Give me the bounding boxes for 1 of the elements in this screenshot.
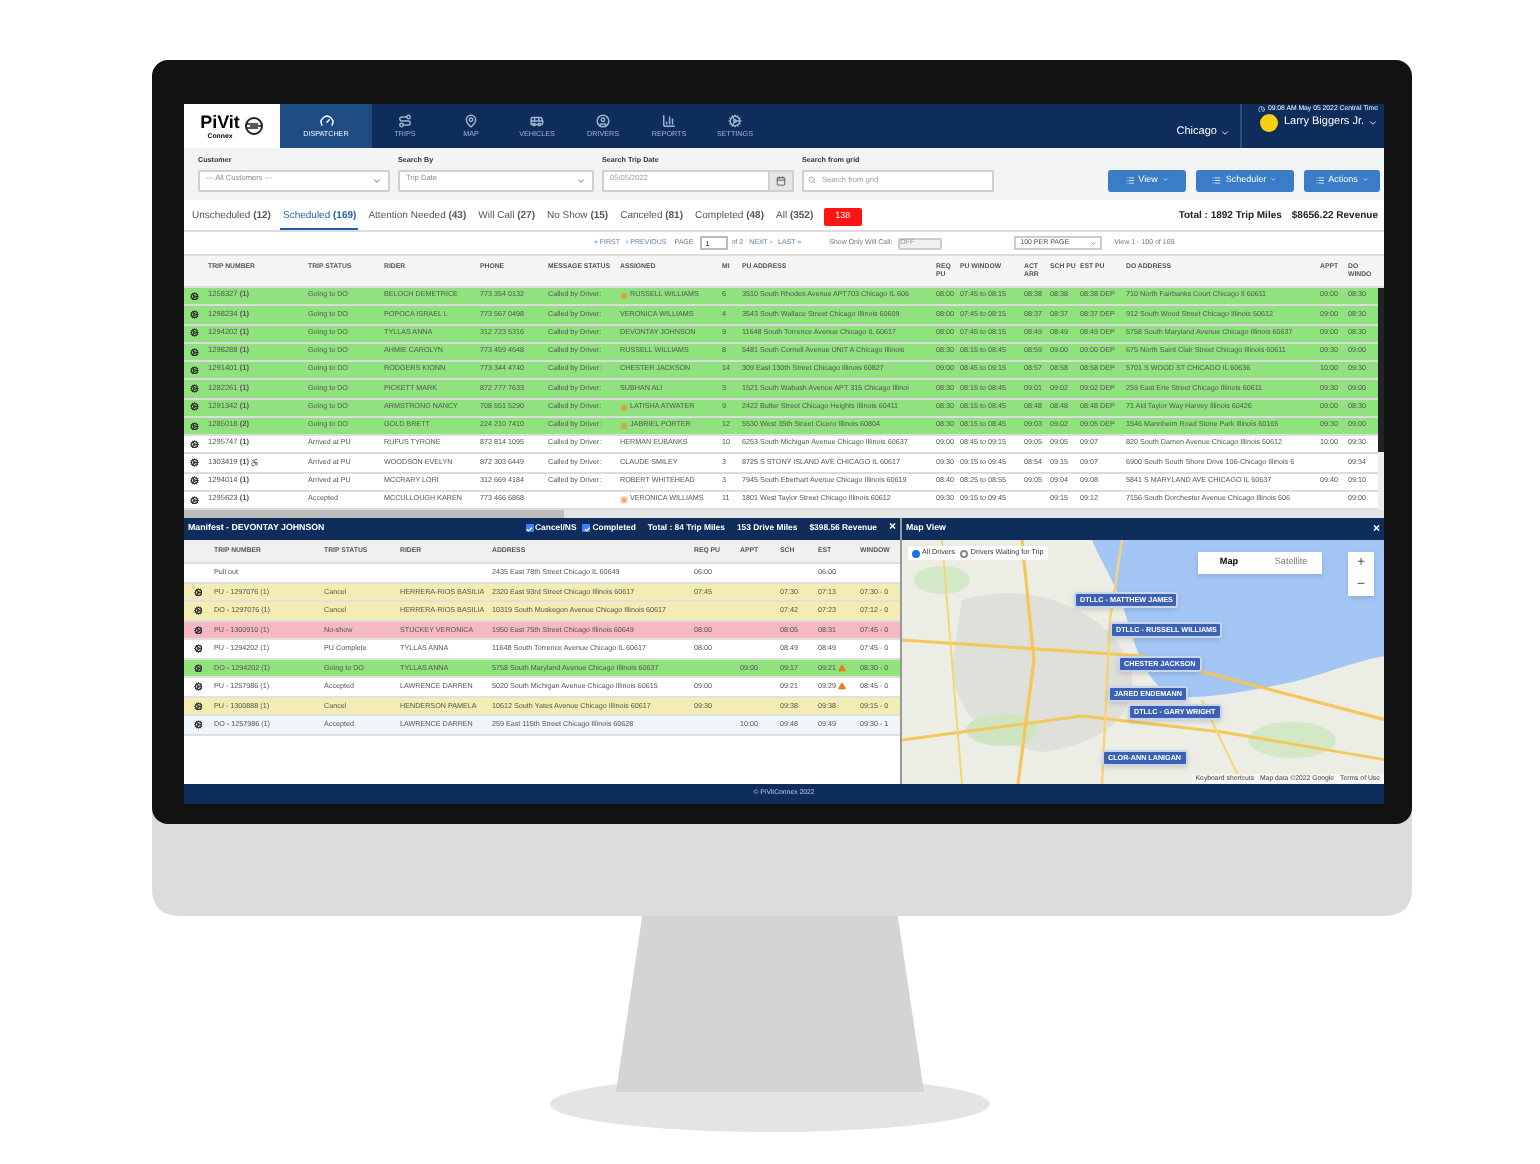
logo-text: PiVit	[200, 113, 240, 131]
